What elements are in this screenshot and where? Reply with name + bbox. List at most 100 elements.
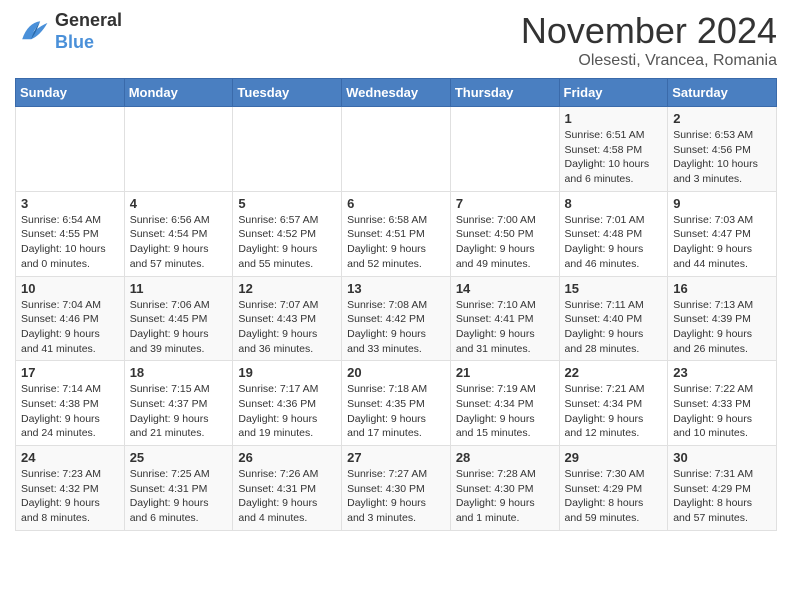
calendar-cell: 6 Sunrise: 6:58 AM Sunset: 4:51 PM Daylig…	[342, 191, 451, 276]
calendar-cell: 17 Sunrise: 7:14 AM Sunset: 4:38 PM Dayli…	[16, 361, 125, 446]
day-info: Sunrise: 6:51 AM Sunset: 4:58 PM Dayligh…	[565, 128, 663, 187]
calendar-cell: 5Sunrise: 6:57 AM Sunset: 4:52 PM Daylig…	[233, 191, 342, 276]
calendar-cell: 1 Sunrise: 6:51 AM Sunset: 4:58 PM Daylig…	[559, 107, 668, 192]
day-number: 15	[565, 281, 663, 296]
calendar-cell	[16, 107, 125, 192]
day-number: 29	[565, 450, 663, 465]
day-number: 9	[673, 196, 771, 211]
day-number: 24	[21, 450, 119, 465]
calendar-cell: 15 Sunrise: 7:11 AM Sunset: 4:40 PM Dayli…	[559, 276, 668, 361]
calendar-cell: 21Sunrise: 7:19 AM Sunset: 4:34 PM Dayli…	[450, 361, 559, 446]
calendar-cell: 9Sunrise: 7:03 AM Sunset: 4:47 PM Daylig…	[668, 191, 777, 276]
day-number: 12	[238, 281, 336, 296]
calendar-cell: 13 Sunrise: 7:08 AM Sunset: 4:42 PM Dayli…	[342, 276, 451, 361]
location: Olesesti, Vrancea, Romania	[521, 52, 777, 70]
day-info: Sunrise: 7:28 AM Sunset: 4:30 PM Dayligh…	[456, 467, 554, 526]
calendar-cell: 12 Sunrise: 7:07 AM Sunset: 4:43 PM Dayli…	[233, 276, 342, 361]
day-info: Sunrise: 7:14 AM Sunset: 4:38 PM Dayligh…	[21, 382, 119, 441]
day-info: Sunrise: 6:56 AM Sunset: 4:54 PM Dayligh…	[130, 213, 228, 272]
day-number: 1	[565, 111, 663, 126]
day-number: 18	[130, 365, 228, 380]
day-number: 6	[347, 196, 445, 211]
day-number: 23	[673, 365, 771, 380]
calendar-cell: 18 Sunrise: 7:15 AM Sunset: 4:37 PM Dayli…	[124, 361, 233, 446]
day-info: Sunrise: 7:10 AM Sunset: 4:41 PM Dayligh…	[456, 298, 554, 357]
calendar-cell: 2 Sunrise: 6:53 AM Sunset: 4:56 PM Daylig…	[668, 107, 777, 192]
day-info: Sunrise: 7:23 AM Sunset: 4:32 PM Dayligh…	[21, 467, 119, 526]
calendar-cell: 8 Sunrise: 7:01 AM Sunset: 4:48 PM Daylig…	[559, 191, 668, 276]
day-number: 7	[456, 196, 554, 211]
day-number: 2	[673, 111, 771, 126]
day-info: Sunrise: 7:08 AM Sunset: 4:42 PM Dayligh…	[347, 298, 445, 357]
day-info: Sunrise: 7:21 AM Sunset: 4:34 PM Dayligh…	[565, 382, 663, 441]
day-info: Sunrise: 7:25 AM Sunset: 4:31 PM Dayligh…	[130, 467, 228, 526]
title-block: November 2024 Olesesti, Vrancea, Romania	[521, 10, 777, 70]
weekday-header: Sunday	[16, 79, 125, 107]
day-number: 11	[130, 281, 228, 296]
day-number: 30	[673, 450, 771, 465]
day-number: 8	[565, 196, 663, 211]
weekday-header: Thursday	[450, 79, 559, 107]
day-info: Sunrise: 6:54 AM Sunset: 4:55 PM Dayligh…	[21, 213, 119, 272]
weekday-header: Friday	[559, 79, 668, 107]
calendar-cell	[342, 107, 451, 192]
calendar-cell: 26 Sunrise: 7:26 AM Sunset: 4:31 PM Dayli…	[233, 446, 342, 531]
calendar-cell	[450, 107, 559, 192]
calendar-cell: 7 Sunrise: 7:00 AM Sunset: 4:50 PM Daylig…	[450, 191, 559, 276]
day-info: Sunrise: 7:31 AM Sunset: 4:29 PM Dayligh…	[673, 467, 771, 526]
logo: General Blue	[15, 10, 122, 53]
logo-icon	[15, 14, 51, 50]
calendar-cell	[233, 107, 342, 192]
calendar-cell	[124, 107, 233, 192]
calendar-week: 24 Sunrise: 7:23 AM Sunset: 4:32 PM Dayli…	[16, 446, 777, 531]
day-info: Sunrise: 7:19 AM Sunset: 4:34 PM Dayligh…	[456, 382, 554, 441]
weekday-header: Monday	[124, 79, 233, 107]
calendar-cell: 27Sunrise: 7:27 AM Sunset: 4:30 PM Dayli…	[342, 446, 451, 531]
month-title: November 2024	[521, 10, 777, 52]
weekday-header: Saturday	[668, 79, 777, 107]
header: General Blue November 2024 Olesesti, Vra…	[15, 10, 777, 70]
day-number: 5	[238, 196, 336, 211]
calendar-week: 10Sunrise: 7:04 AM Sunset: 4:46 PM Dayli…	[16, 276, 777, 361]
day-number: 17	[21, 365, 119, 380]
day-info: Sunrise: 6:58 AM Sunset: 4:51 PM Dayligh…	[347, 213, 445, 272]
day-number: 16	[673, 281, 771, 296]
calendar-table: SundayMondayTuesdayWednesdayThursdayFrid…	[15, 78, 777, 531]
day-info: Sunrise: 7:18 AM Sunset: 4:35 PM Dayligh…	[347, 382, 445, 441]
day-info: Sunrise: 7:26 AM Sunset: 4:31 PM Dayligh…	[238, 467, 336, 526]
day-number: 28	[456, 450, 554, 465]
day-number: 26	[238, 450, 336, 465]
main-container: General Blue November 2024 Olesesti, Vra…	[0, 0, 792, 541]
day-info: Sunrise: 7:01 AM Sunset: 4:48 PM Dayligh…	[565, 213, 663, 272]
calendar-cell: 4Sunrise: 6:56 AM Sunset: 4:54 PM Daylig…	[124, 191, 233, 276]
day-number: 14	[456, 281, 554, 296]
day-info: Sunrise: 7:27 AM Sunset: 4:30 PM Dayligh…	[347, 467, 445, 526]
calendar-week: 1 Sunrise: 6:51 AM Sunset: 4:58 PM Daylig…	[16, 107, 777, 192]
calendar-cell: 11 Sunrise: 7:06 AM Sunset: 4:45 PM Dayli…	[124, 276, 233, 361]
calendar-cell: 23Sunrise: 7:22 AM Sunset: 4:33 PM Dayli…	[668, 361, 777, 446]
day-info: Sunrise: 7:07 AM Sunset: 4:43 PM Dayligh…	[238, 298, 336, 357]
day-info: Sunrise: 7:13 AM Sunset: 4:39 PM Dayligh…	[673, 298, 771, 357]
calendar-cell: 16 Sunrise: 7:13 AM Sunset: 4:39 PM Dayli…	[668, 276, 777, 361]
calendar-cell: 29 Sunrise: 7:30 AM Sunset: 4:29 PM Dayli…	[559, 446, 668, 531]
calendar-cell: 22 Sunrise: 7:21 AM Sunset: 4:34 PM Dayli…	[559, 361, 668, 446]
day-info: Sunrise: 7:11 AM Sunset: 4:40 PM Dayligh…	[565, 298, 663, 357]
logo-text: General Blue	[55, 10, 122, 53]
weekday-header: Tuesday	[233, 79, 342, 107]
day-info: Sunrise: 7:00 AM Sunset: 4:50 PM Dayligh…	[456, 213, 554, 272]
calendar-cell: 25Sunrise: 7:25 AM Sunset: 4:31 PM Dayli…	[124, 446, 233, 531]
day-info: Sunrise: 6:53 AM Sunset: 4:56 PM Dayligh…	[673, 128, 771, 187]
calendar-week: 17 Sunrise: 7:14 AM Sunset: 4:38 PM Dayli…	[16, 361, 777, 446]
day-info: Sunrise: 7:15 AM Sunset: 4:37 PM Dayligh…	[130, 382, 228, 441]
calendar-cell: 20Sunrise: 7:18 AM Sunset: 4:35 PM Dayli…	[342, 361, 451, 446]
day-number: 22	[565, 365, 663, 380]
day-info: Sunrise: 7:06 AM Sunset: 4:45 PM Dayligh…	[130, 298, 228, 357]
day-info: Sunrise: 7:17 AM Sunset: 4:36 PM Dayligh…	[238, 382, 336, 441]
day-info: Sunrise: 7:04 AM Sunset: 4:46 PM Dayligh…	[21, 298, 119, 357]
day-number: 13	[347, 281, 445, 296]
day-number: 19	[238, 365, 336, 380]
day-info: Sunrise: 7:30 AM Sunset: 4:29 PM Dayligh…	[565, 467, 663, 526]
calendar-cell: 14 Sunrise: 7:10 AM Sunset: 4:41 PM Dayli…	[450, 276, 559, 361]
calendar-week: 3Sunrise: 6:54 AM Sunset: 4:55 PM Daylig…	[16, 191, 777, 276]
header-row: SundayMondayTuesdayWednesdayThursdayFrid…	[16, 79, 777, 107]
